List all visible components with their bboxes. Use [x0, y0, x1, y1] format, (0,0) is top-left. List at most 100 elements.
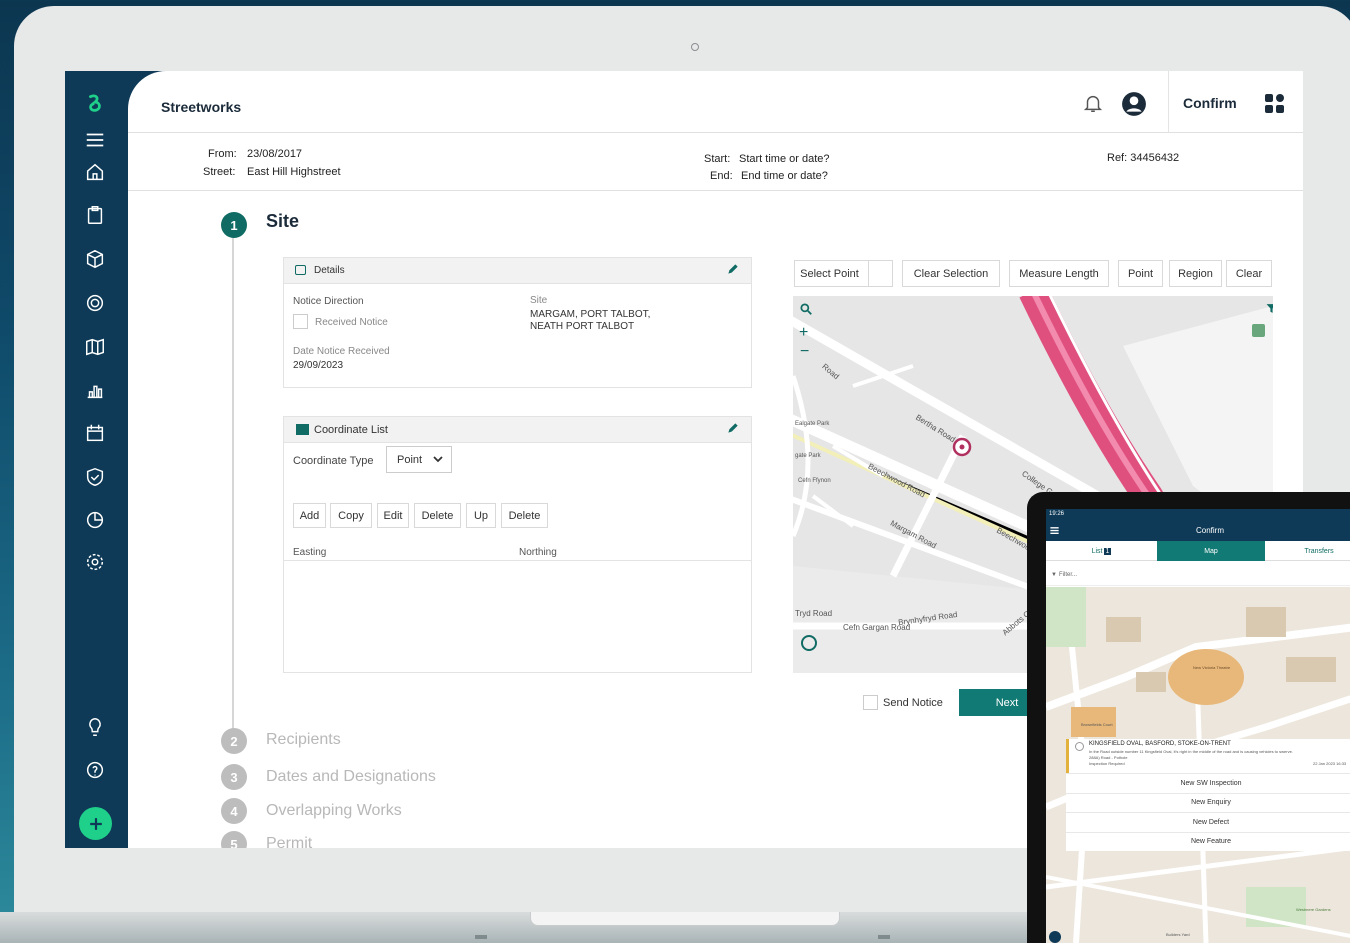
coordinate-type-value: Point: [397, 454, 423, 466]
map-road-label: Ealgate Park: [795, 421, 830, 427]
pie-icon[interactable]: [82, 507, 108, 533]
defect-card[interactable]: KINGSFIELD OVAL, BASFORD, STOKE-ON-TRENT…: [1066, 739, 1350, 773]
step-1-number[interactable]: 1: [221, 212, 247, 238]
add-icon[interactable]: [79, 807, 112, 840]
map-road-label: Cefn Gargan Road: [843, 623, 911, 632]
step-4-number[interactable]: 4: [221, 798, 247, 824]
logo-icon[interactable]: [82, 91, 108, 117]
menu-item-new-feature[interactable]: New Feature: [1066, 831, 1350, 852]
received-notice-checkbox[interactable]: [293, 314, 308, 329]
send-notice-label: Send Notice: [883, 697, 943, 709]
card-date: 22 Jan 2023 16:33: [1313, 761, 1347, 766]
card-category: 288A) Road - Pothole: [1089, 755, 1128, 760]
clear-button[interactable]: Clear: [1226, 260, 1272, 287]
add-button[interactable]: Add: [293, 503, 326, 528]
menu-icon[interactable]: [82, 127, 108, 153]
details-header: Details: [284, 258, 751, 284]
layers-icon[interactable]: [1252, 324, 1265, 337]
step-5-number[interactable]: 5: [221, 831, 247, 848]
site-line-2: NEATH PORT TALBOT: [530, 321, 635, 332]
edit-pencil-icon[interactable]: [726, 421, 740, 440]
coordinate-list-title: Coordinate List: [314, 424, 388, 436]
map-icon[interactable]: [82, 334, 108, 360]
clipboard-icon[interactable]: [82, 202, 108, 228]
list-count-badge: 1: [1103, 547, 1112, 555]
from-label: From:: [208, 148, 237, 160]
box-icon[interactable]: [82, 246, 108, 272]
step-3-label[interactable]: Dates and Designations: [266, 768, 436, 786]
status-time: 19:26: [1049, 511, 1065, 517]
map-road-label: gate Park: [795, 453, 821, 459]
step-1-label[interactable]: Site: [266, 211, 299, 232]
step-3-number[interactable]: 3: [221, 764, 247, 790]
locate-icon[interactable]: [1049, 931, 1061, 943]
end-value: End time or date?: [741, 170, 828, 182]
filter-input[interactable]: ▼ Filter...: [1046, 564, 1350, 586]
chevron-down-icon: [432, 453, 444, 468]
sidebar: [65, 71, 128, 848]
confirm-label[interactable]: Confirm: [1183, 95, 1237, 111]
filter-icon: ▼: [1051, 572, 1057, 578]
step-5-label[interactable]: Permit: [266, 835, 312, 848]
table-divider: [284, 560, 751, 561]
start-label: Start:: [704, 153, 731, 165]
user-avatar-icon[interactable]: [1121, 91, 1147, 122]
menu-item-new-enquiry[interactable]: New Enquiry: [1066, 792, 1350, 813]
from-value: 23/08/2017: [247, 148, 303, 160]
tablet-title: Confirm: [1196, 526, 1225, 535]
tab-transfers[interactable]: Transfers: [1265, 541, 1350, 561]
card-description: In the Road outside number 11 Kingsfield…: [1089, 749, 1293, 754]
help-icon[interactable]: [82, 757, 108, 783]
menu-item-new-defect[interactable]: New Defect: [1066, 812, 1350, 832]
step-2-label[interactable]: Recipients: [266, 731, 341, 749]
map-poi-label: Builders Yard: [1166, 932, 1190, 937]
edit-button[interactable]: Edit: [377, 503, 409, 528]
clear-selection-button[interactable]: Clear Selection: [902, 260, 1000, 287]
site-line-1: MARGAM, PORT TALBOT,: [530, 309, 651, 320]
point-button[interactable]: Point: [1118, 260, 1163, 287]
map-poi-label: New Victoria Theatre: [1193, 665, 1231, 670]
tab-list[interactable]: List 1: [1046, 541, 1157, 561]
bulb-icon[interactable]: [82, 714, 108, 740]
home-icon[interactable]: [82, 159, 108, 185]
map-road-label: Tryd Road: [795, 609, 833, 618]
date-notice-label: Date Notice Received: [293, 346, 390, 357]
details-panel: Details Notice Direction Received Notice…: [283, 257, 752, 388]
edit-pencil-icon[interactable]: [726, 262, 740, 281]
step-4-label[interactable]: Overlapping Works: [266, 802, 402, 820]
up-button[interactable]: Up: [466, 503, 496, 528]
tablet-header: Confirm: [1046, 521, 1350, 541]
step-2-number[interactable]: 2: [221, 728, 247, 754]
tab-map[interactable]: Map: [1157, 541, 1265, 561]
calendar-icon[interactable]: [82, 420, 108, 446]
compass-icon[interactable]: [801, 635, 817, 651]
target-icon[interactable]: [82, 290, 108, 316]
delete-button-2[interactable]: Delete: [501, 503, 548, 528]
chart-icon[interactable]: [82, 377, 108, 403]
select-point-button[interactable]: Select Point: [794, 260, 893, 287]
menu-icon[interactable]: [1049, 525, 1060, 538]
region-button[interactable]: Region: [1169, 260, 1222, 287]
reference-number: Ref: 34456432: [1107, 152, 1180, 164]
easting-column-header: Easting: [293, 547, 327, 558]
send-notice-checkbox[interactable]: [863, 695, 878, 710]
zoom-in-icon[interactable]: +: [799, 325, 808, 341]
bell-icon[interactable]: [1082, 91, 1104, 120]
settings-icon[interactable]: [82, 549, 108, 575]
action-menu: New SW Inspection New Enquiry New Defect…: [1066, 773, 1350, 851]
coordinate-list-icon: [296, 424, 309, 435]
shield-icon[interactable]: [82, 464, 108, 490]
apps-grid-icon[interactable]: [1264, 93, 1286, 120]
delete-button[interactable]: Delete: [414, 503, 461, 528]
laptop-foot: [878, 935, 890, 939]
stepper-line: [232, 231, 234, 751]
menu-item-new-sw-inspection[interactable]: New SW Inspection: [1066, 773, 1350, 793]
map-poi-label: Westmere Gardens: [1296, 907, 1331, 912]
pothole-icon: [1075, 742, 1084, 751]
measure-length-button[interactable]: Measure Length: [1009, 260, 1109, 287]
card-status: Inspection Required: [1089, 761, 1125, 766]
coordinate-list-panel: Coordinate List Coordinate Type Point Ad…: [283, 416, 752, 673]
copy-button[interactable]: Copy: [330, 503, 372, 528]
zoom-out-icon[interactable]: −: [800, 344, 809, 360]
coordinate-type-select[interactable]: Point: [386, 446, 452, 473]
